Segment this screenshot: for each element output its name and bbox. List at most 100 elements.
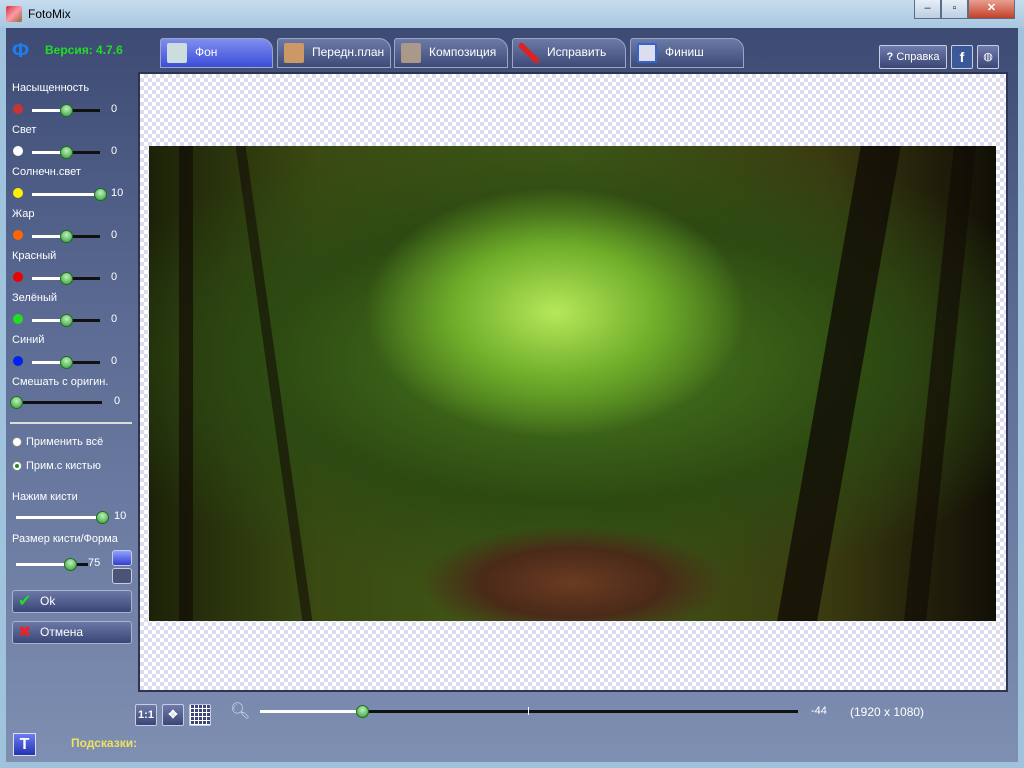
- brush-size-slider[interactable]: [16, 558, 88, 571]
- adjustment-slider-value: 0: [111, 229, 118, 241]
- adjustment-slider-thumb[interactable]: [60, 314, 73, 327]
- cancel-label: Отмена: [40, 625, 84, 639]
- color-swatch-icon: [13, 188, 23, 198]
- color-swatch-icon: [13, 356, 23, 366]
- forest-photo: [149, 146, 996, 621]
- adjustment-slider[interactable]: [32, 272, 100, 285]
- adjustment-slider-value: 0: [111, 145, 118, 157]
- adjustment-slider-thumb[interactable]: [60, 104, 73, 117]
- tab-finish[interactable]: Финиш: [630, 38, 744, 68]
- adjustment-slider[interactable]: [32, 146, 100, 159]
- fit-arrows-icon: ✥: [168, 709, 178, 721]
- adjustment-slider[interactable]: [32, 230, 100, 243]
- adjustment-slider-thumb[interactable]: [60, 146, 73, 159]
- tab-label: Финиш: [665, 45, 704, 59]
- square-brush-shape-button[interactable]: [112, 568, 132, 584]
- round-brush-shape-button[interactable]: [112, 550, 132, 566]
- apply-brush-label: Прим.с кистью: [26, 460, 101, 472]
- adjustment-slider-value: 10: [111, 187, 124, 199]
- color-swatch-icon: [13, 230, 23, 240]
- brush-pressure-slider-thumb[interactable]: [96, 511, 109, 524]
- brush-icon: [519, 43, 539, 63]
- adjustment-slider-thumb[interactable]: [60, 230, 73, 243]
- minimize-button[interactable]: –: [914, 0, 941, 19]
- help-icon: ?: [886, 51, 897, 63]
- zoom-slider[interactable]: [260, 705, 798, 718]
- fit-to-window-button[interactable]: ✥: [162, 704, 184, 726]
- apply-brush-radio[interactable]: [12, 461, 22, 471]
- globe-icon[interactable]: ◍: [977, 45, 999, 69]
- facebook-button[interactable]: f: [951, 45, 973, 69]
- finish-icon: [637, 43, 657, 63]
- text-tool-button[interactable]: T: [13, 733, 36, 756]
- adjustment-slider-thumb[interactable]: [60, 272, 73, 285]
- brush-size-slider-value: 75: [88, 557, 101, 569]
- adjustment-label: Свет: [12, 124, 37, 136]
- mix-slider[interactable]: [10, 396, 102, 409]
- window-title: FotoMix: [28, 7, 71, 21]
- title-bar: FotoMix – ▫ ✕: [0, 0, 1024, 28]
- version-label: Версия: 4.7.6: [45, 43, 123, 57]
- composition-icon: [401, 43, 421, 63]
- tab-fix[interactable]: Исправить: [512, 38, 626, 68]
- hints-label: Подсказки:: [71, 736, 138, 750]
- tab-background[interactable]: Фон: [160, 38, 273, 68]
- color-swatch-icon: [13, 272, 23, 282]
- adjustment-slider[interactable]: [32, 104, 100, 117]
- image-canvas[interactable]: [138, 72, 1008, 692]
- mix-slider-value: 0: [114, 395, 121, 407]
- tab-composition[interactable]: Композиция: [394, 38, 508, 68]
- apply-all-label: Применить всё: [26, 436, 104, 448]
- zoom-icon: 🔍︎: [230, 703, 251, 720]
- ok-button[interactable]: ✔ Ok: [12, 590, 132, 613]
- mix-label: Смешать с оригин.: [12, 376, 109, 388]
- brush-pressure-label: Нажим кисти: [12, 491, 78, 503]
- adjustment-slider-thumb[interactable]: [60, 356, 73, 369]
- adjustment-slider-value: 0: [111, 103, 118, 115]
- help-label: Справка: [896, 51, 940, 63]
- app-logo: Ф: [12, 40, 30, 62]
- tab-label: Фон: [195, 45, 218, 59]
- brush-size-label: Размер кисти/Форма: [12, 533, 118, 545]
- help-button[interactable]: ? Справка: [879, 45, 947, 69]
- tab-label: Композиция: [429, 45, 497, 59]
- tab-label: Исправить: [547, 45, 607, 59]
- brush-pressure-slider-value: 10: [114, 510, 127, 522]
- adjustment-label: Синий: [12, 334, 45, 346]
- person-icon: [284, 43, 304, 63]
- adjustment-slider-value: 0: [111, 355, 118, 367]
- cancel-button[interactable]: ✖ Отмена: [12, 621, 132, 644]
- adjustment-slider-thumb[interactable]: [94, 188, 107, 201]
- checkmark-icon: ✔: [18, 593, 32, 610]
- adjustment-label: Зелёный: [12, 292, 58, 304]
- maximize-button[interactable]: ▫: [941, 0, 968, 19]
- tab-foreground[interactable]: Передн.план: [277, 38, 391, 68]
- adjustment-label: Насыщенность: [12, 82, 90, 94]
- adjustment-slider[interactable]: [32, 188, 107, 201]
- brush-pressure-slider[interactable]: [16, 511, 109, 524]
- app-icon: [6, 6, 22, 22]
- mix-slider-thumb[interactable]: [10, 396, 23, 409]
- color-swatch-icon: [13, 104, 23, 114]
- adjustment-label: Солнечн.свет: [12, 166, 81, 178]
- background-icon: [167, 43, 187, 63]
- color-swatch-icon: [13, 314, 23, 324]
- adjustment-slider[interactable]: [32, 314, 100, 327]
- ok-label: Ok: [40, 594, 56, 608]
- zoom-value: -44: [811, 705, 827, 717]
- adjustment-label: Жар: [12, 208, 35, 220]
- divider: [10, 422, 132, 424]
- tab-label: Передн.план: [312, 45, 385, 59]
- adjustment-slider[interactable]: [32, 356, 100, 369]
- brush-size-slider-thumb[interactable]: [64, 558, 77, 571]
- cross-icon: ✖: [18, 624, 32, 641]
- image-dimensions: (1920 x 1080): [850, 705, 925, 719]
- adjustment-label: Красный: [12, 250, 57, 262]
- close-button[interactable]: ✕: [968, 0, 1015, 19]
- apply-all-radio[interactable]: [12, 437, 22, 447]
- color-swatch-icon: [13, 146, 23, 156]
- adjustment-slider-value: 0: [111, 271, 118, 283]
- grid-button[interactable]: [189, 704, 211, 726]
- adjustment-slider-value: 0: [111, 313, 118, 325]
- actual-size-button[interactable]: 1:1: [135, 704, 157, 726]
